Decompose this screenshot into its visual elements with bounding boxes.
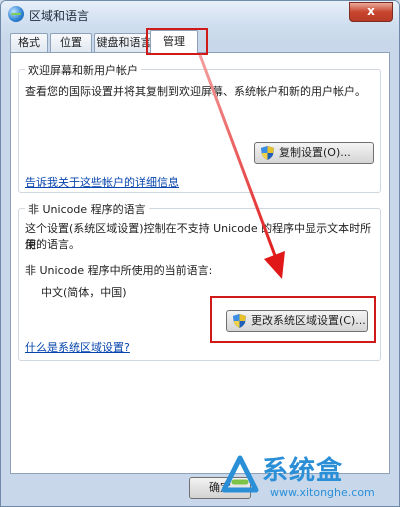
copy-settings-button[interactable]: 复制设置(O)... [254,142,374,164]
brand-logo-icon [221,455,259,493]
site-watermark: 系统盒 www.xitonghe.com [218,448,398,504]
shield-icon [261,146,274,160]
copy-settings-label: 复制设置(O)... [279,146,351,159]
tab-annotation-box [146,28,208,55]
welcome-description: 查看您的国际设置并将其复制到欢迎屏幕、系统帐户和新的用户帐户。 [25,85,366,98]
watermark-url: www.xitonghe.com [270,486,375,499]
current-language-label: 非 Unicode 程序中所使用的当前语言: [25,264,213,277]
window-title: 区域和语言 [29,9,90,23]
change-locale-annotation-box [210,296,376,343]
accounts-info-link[interactable]: 告诉我关于这些帐户的详细信息 [25,174,179,190]
title-bar[interactable]: 区域和语言 x [1,1,399,27]
close-button[interactable]: x [349,2,393,22]
tab-location[interactable]: 位置 [50,33,92,52]
globe-icon [8,6,24,22]
group-legend: 欢迎屏幕和新用户帐户 [25,62,141,78]
welcome-screen-group: 欢迎屏幕和新用户帐户 查看您的国际设置并将其复制到欢迎屏幕、系统帐户和新的用户帐… [18,62,381,193]
unicode-description-line2: 用的语言。 [25,238,80,251]
administrative-panel: 欢迎屏幕和新用户帐户 查看您的国际设置并将其复制到欢迎屏幕、系统帐户和新的用户帐… [10,52,390,474]
tab-formats[interactable]: 格式 [10,33,48,52]
region-language-window: 区域和语言 x 格式 位置 键盘和语言 管理 欢迎屏幕和新用户帐户 查看您的国际… [0,0,400,507]
watermark-brand: 系统盒 [262,456,344,486]
tab-keyboards-languages[interactable]: 键盘和语言 [94,33,154,52]
current-language-value: 中文(简体，中国) [41,286,127,299]
group-legend: 非 Unicode 程序的语言 [25,201,149,217]
system-locale-help-link[interactable]: 什么是系统区域设置? [25,339,130,355]
